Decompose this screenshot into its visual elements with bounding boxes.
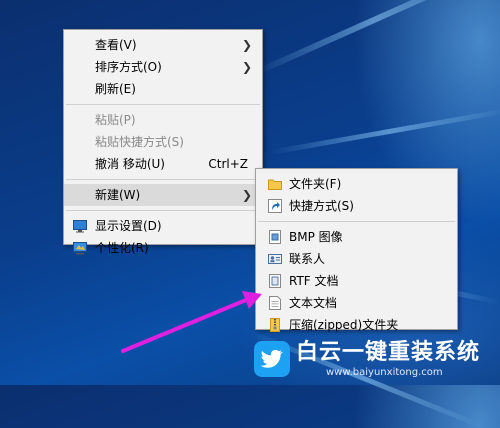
- brand-url: www.baiyunxitong.com: [326, 367, 443, 378]
- twitter-bird-icon: [254, 341, 290, 377]
- brand-watermark: 白云一键重装系统 www.baiyunxitong.com: [252, 337, 500, 385]
- annotation-arrow: [121, 291, 262, 353]
- brand-name: 白云一键重装系统: [296, 340, 481, 365]
